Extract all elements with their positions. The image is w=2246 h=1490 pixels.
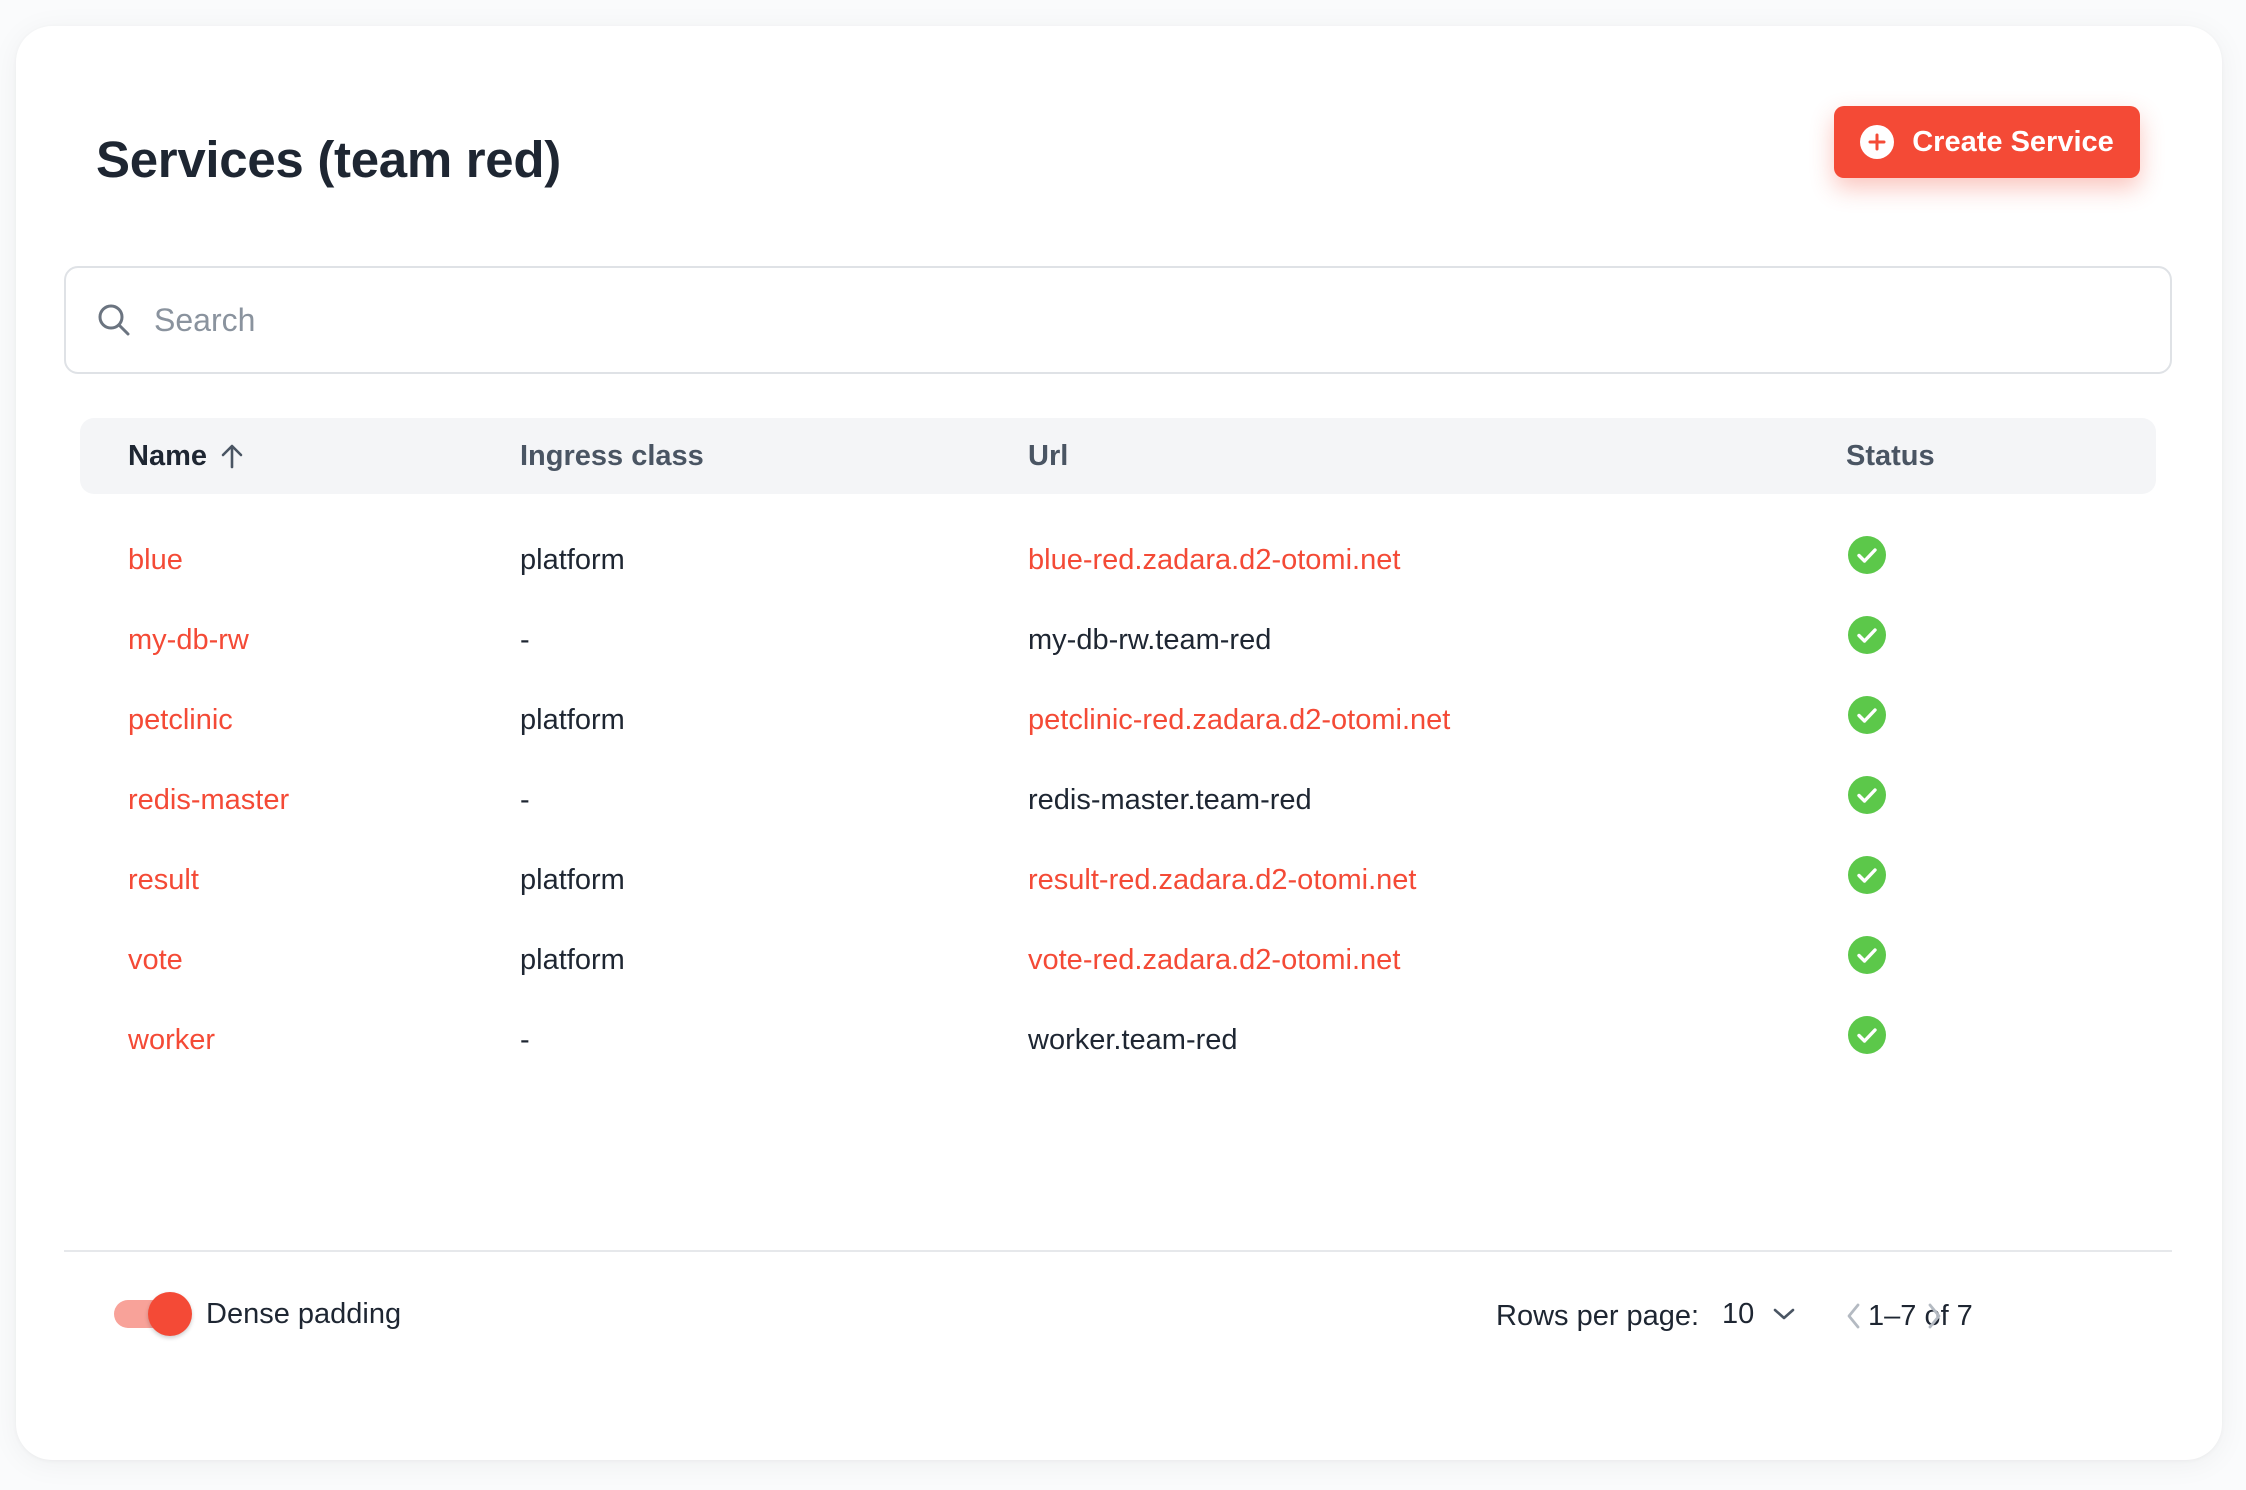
check-circle-icon [1848,696,1886,734]
check-circle-icon [1848,536,1886,574]
footer-divider [64,1250,2172,1252]
check-circle-icon [1848,616,1886,654]
service-name-link[interactable]: petclinic [128,680,233,760]
service-url-text: my-db-rw.team-red [1028,624,1272,656]
ingress-class-cell: - [520,784,530,816]
table-header: Name Ingress class Url Status [80,418,2156,494]
table-row[interactable]: vote platform vote-red.zadara.d2-otomi.net [80,920,2156,1000]
table-row[interactable]: my-db-rw - my-db-rw.team-red [80,600,2156,680]
plus-circle-icon [1860,125,1895,159]
table-row[interactable]: blue platform blue-red.zadara.d2-otomi.net [80,520,2156,600]
next-page-button[interactable] [1910,1292,1958,1340]
search-icon [98,304,130,336]
service-url-link[interactable]: result-red.zadara.d2-otomi.net [1028,840,1416,920]
service-url-link[interactable]: petclinic-red.zadara.d2-otomi.net [1028,680,1450,760]
table-row[interactable]: redis-master - redis-master.team-red [80,760,2156,840]
ingress-class-cell: platform [520,544,625,576]
ingress-class-cell: - [520,624,530,656]
ingress-class-cell: - [520,1024,530,1056]
service-url-link[interactable]: vote-red.zadara.d2-otomi.net [1028,920,1400,1000]
rows-per-page-value: 10 [1722,1297,1755,1330]
column-header-name-label: Name [128,440,207,472]
chevron-down-icon [1773,1308,1795,1320]
column-header-ingress[interactable]: Ingress class [520,418,704,494]
toggle-thumb [148,1292,192,1336]
column-header-status[interactable]: Status [1846,418,1935,494]
rows-per-page-select[interactable]: 10 [1722,1292,1796,1336]
chevron-right-icon [1928,1303,1941,1329]
check-circle-icon [1848,856,1886,894]
service-name-link[interactable]: my-db-rw [128,600,249,680]
search-box [64,266,2172,374]
column-header-url[interactable]: Url [1028,418,1068,494]
page-title: Services (team red) [96,131,561,188]
dense-padding-toggle[interactable] [112,1292,192,1336]
dense-padding-label: Dense padding [206,1298,402,1330]
service-name-link[interactable]: blue [128,520,183,600]
service-url-text: redis-master.team-red [1028,784,1312,816]
service-name-link[interactable]: worker [128,1000,215,1080]
sort-ascending-icon[interactable] [219,442,245,470]
ingress-class-cell: platform [520,704,625,736]
table-row[interactable]: worker - worker.team-red [80,1000,2156,1080]
ingress-class-cell: platform [520,864,625,896]
service-name-link[interactable]: result [128,840,199,920]
column-header-name[interactable]: Name [128,418,245,494]
rows-per-page-label: Rows per page: [1496,1300,1700,1332]
search-input[interactable] [152,300,2170,340]
create-service-button[interactable]: Create Service [1834,106,2140,178]
create-service-label: Create Service [1912,125,2114,158]
service-url-text: worker.team-red [1028,1024,1238,1056]
check-circle-icon [1848,1016,1886,1054]
table-row[interactable]: petclinic platform petclinic-red.zadara.d2… [80,680,2156,760]
table-row[interactable]: result platform result-red.zadara.d2-otomi… [80,840,2156,920]
chevron-left-icon [1847,1303,1860,1329]
service-url-link[interactable]: blue-red.zadara.d2-otomi.net [1028,520,1400,600]
previous-page-button[interactable] [1830,1292,1878,1340]
check-circle-icon [1848,776,1886,814]
ingress-class-cell: platform [520,944,625,976]
services-card: Services (team red) Create Service Name … [16,26,2222,1460]
service-name-link[interactable]: redis-master [128,760,289,840]
service-name-link[interactable]: vote [128,920,183,1000]
check-circle-icon [1848,936,1886,974]
